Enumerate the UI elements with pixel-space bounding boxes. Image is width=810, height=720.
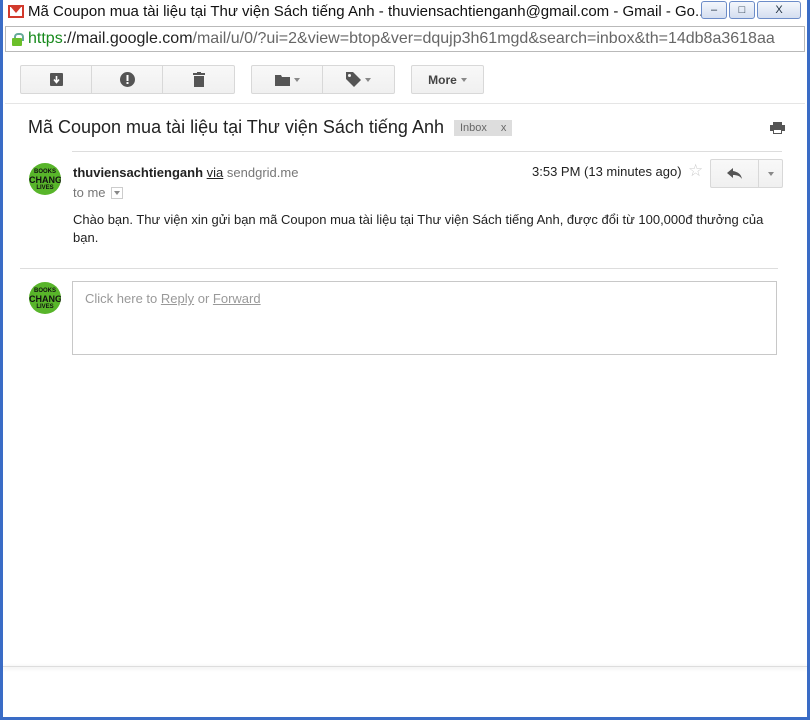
delete-button[interactable]	[163, 66, 234, 93]
sender-name[interactable]: thuviensachtienganh	[73, 165, 203, 180]
title-bar: Mã Coupon mua tài liệu tại Thư viện Sách…	[0, 0, 810, 23]
message-body: Chào bạn. Thư viện xin gửi bạn mã Coupon…	[73, 212, 764, 245]
url-host: mail.google.com	[76, 30, 193, 47]
close-button[interactable]: X	[757, 1, 801, 19]
archive-button[interactable]	[21, 66, 92, 93]
reply-link[interactable]: Reply	[161, 291, 194, 306]
label-text: Inbox	[459, 121, 487, 134]
thread-subject: Mã Coupon mua tài liệu tại Thư viện Sách…	[28, 117, 513, 138]
sender-avatar: BOOKSCHANGELIVES	[29, 163, 61, 195]
show-details-button[interactable]	[110, 186, 123, 199]
reply-icon	[727, 168, 742, 179]
bottom-divider	[3, 666, 807, 667]
window-frame	[0, 0, 810, 720]
chevron-down-icon	[767, 171, 774, 176]
more-actions-button[interactable]	[759, 160, 782, 187]
reply-box[interactable]: Click here to Reply or Forward	[72, 281, 777, 355]
maximize-button[interactable]: □	[729, 1, 755, 19]
folder-icon	[274, 74, 290, 86]
move-to-button[interactable]	[252, 66, 323, 93]
subject-text: Mã Coupon mua tài liệu tại Thư viện Sách…	[28, 117, 444, 137]
address-bar[interactable]: https://mail.google.com/mail/u/0/?ui=2&v…	[5, 26, 805, 52]
minimize-button[interactable]: –	[701, 1, 727, 19]
url-sep: ://	[62, 30, 77, 47]
trash-icon	[192, 72, 205, 87]
sender-line: thuviensachtienganh via sendgrid.me	[73, 165, 298, 180]
inbox-label[interactable]: Inbox x	[453, 119, 513, 136]
url-scheme: https	[28, 30, 63, 47]
more-label: More	[428, 72, 457, 87]
lock-icon	[12, 32, 24, 46]
divider	[72, 151, 782, 152]
message-time: 3:53 PM (13 minutes ago)	[532, 164, 682, 179]
via-link[interactable]: via	[207, 165, 224, 180]
print-icon[interactable]	[770, 122, 785, 134]
spam-icon	[119, 72, 135, 87]
forward-link[interactable]: Forward	[213, 291, 261, 306]
more-button[interactable]: More	[412, 66, 483, 93]
my-avatar: BOOKSCHANGELIVES	[29, 282, 61, 314]
url-path: /mail/u/0/?ui=2&view=btop&ver=dqujp3h61m…	[192, 30, 775, 47]
report-spam-button[interactable]	[92, 66, 163, 93]
toolbar: More	[20, 65, 484, 94]
recipients: to me	[73, 185, 123, 200]
remove-label-button[interactable]: x	[501, 122, 507, 134]
or-text: or	[194, 291, 213, 306]
chevron-down-icon	[113, 190, 120, 195]
divider	[5, 103, 805, 104]
archive-icon	[49, 73, 63, 86]
star-icon[interactable]: ☆	[688, 161, 703, 181]
to-me: to me	[73, 185, 106, 200]
gmail-icon	[8, 5, 24, 18]
reply-button[interactable]	[711, 160, 759, 187]
divider	[20, 268, 778, 269]
tag-icon	[346, 72, 361, 87]
via-domain: sendgrid.me	[226, 165, 299, 180]
window-title: Mã Coupon mua tài liệu tại Thư viện Sách…	[28, 3, 708, 20]
labels-button[interactable]	[323, 66, 394, 93]
chevron-down-icon	[460, 77, 467, 82]
reply-prompt: Click here to	[85, 291, 161, 306]
